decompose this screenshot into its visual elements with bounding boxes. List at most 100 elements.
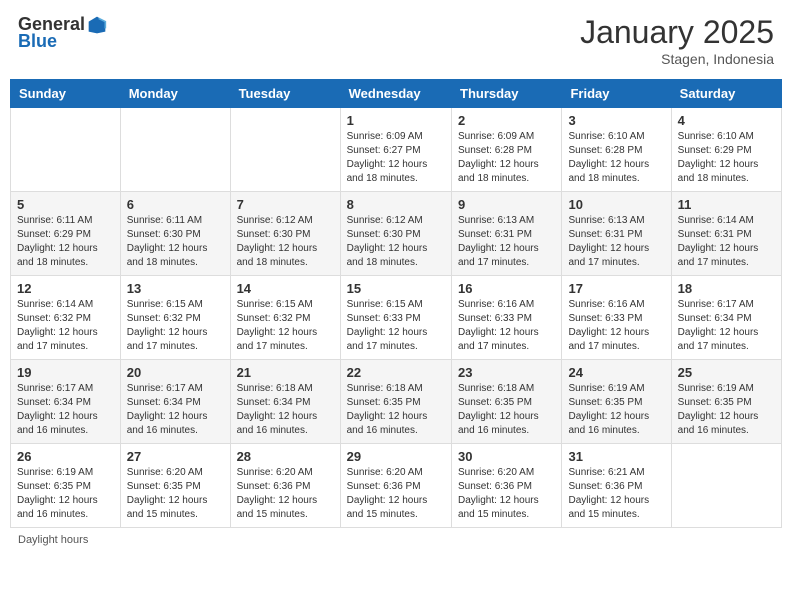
calendar-cell: 29Sunrise: 6:20 AM Sunset: 6:36 PM Dayli…: [340, 444, 451, 528]
day-info: Sunrise: 6:12 AM Sunset: 6:30 PM Dayligh…: [237, 214, 334, 270]
day-info: Sunrise: 6:11 AM Sunset: 6:29 PM Dayligh…: [17, 214, 114, 270]
calendar-cell: 30 Sunrise: 6:20 AM Sunset: 6:36 PM Dayli…: [452, 444, 562, 528]
day-info: Sunrise: 6:20 AM Sunset: 6:35 PM Dayligh…: [127, 466, 224, 522]
day-number: 18: [678, 281, 775, 296]
calendar-cell: 24 Sunrise: 6:19 AM Sunset: 6:35 PM Dayli…: [562, 360, 671, 444]
calendar-cell: 28 Sunrise: 6:20 AM Sunset: 6:36 PM Dayli…: [230, 444, 340, 528]
calendar-cell: 18 Sunrise: 6:17 AM Sunset: 6:34 PM Dayli…: [671, 276, 781, 360]
day-number: 28: [237, 449, 334, 464]
calendar-cell: 31 Sunrise: 6:21 AM Sunset: 6:36 PM Dayli…: [562, 444, 671, 528]
calendar-cell: 11Sunrise: 6:14 AM Sunset: 6:31 PM Dayli…: [671, 192, 781, 276]
day-number: 5: [17, 197, 114, 212]
calendar-cell: 4 Sunrise: 6:10 AM Sunset: 6:29 PM Daylig…: [671, 108, 781, 192]
day-number: 1: [347, 113, 445, 128]
day-info: Sunrise: 6:14 AM Sunset: 6:31 PM Dayligh…: [678, 214, 775, 270]
calendar-cell: [11, 108, 121, 192]
calendar-cell: 12 Sunrise: 6:14 AM Sunset: 6:32 PM Dayli…: [11, 276, 121, 360]
day-info: Sunrise: 6:20 AM Sunset: 6:36 PM Dayligh…: [458, 466, 555, 522]
day-info: Sunrise: 6:09 AM Sunset: 6:27 PM Dayligh…: [347, 130, 445, 186]
calendar-cell: 17 Sunrise: 6:16 AM Sunset: 6:33 PM Dayli…: [562, 276, 671, 360]
daylight-label: Daylight hours: [18, 534, 88, 546]
day-info: Sunrise: 6:16 AM Sunset: 6:33 PM Dayligh…: [458, 298, 555, 354]
calendar-header-wednesday: Wednesday: [340, 80, 451, 108]
calendar-header-thursday: Thursday: [452, 80, 562, 108]
page-header: General Blue January 2025 Stagen, Indone…: [10, 10, 782, 71]
day-number: 31: [568, 449, 664, 464]
calendar-header-monday: Monday: [120, 80, 230, 108]
day-info: Sunrise: 6:21 AM Sunset: 6:36 PM Dayligh…: [568, 466, 664, 522]
day-number: 23: [458, 365, 555, 380]
calendar-week-row: 26Sunrise: 6:19 AM Sunset: 6:35 PM Dayli…: [11, 444, 782, 528]
day-info: Sunrise: 6:18 AM Sunset: 6:35 PM Dayligh…: [458, 382, 555, 438]
day-number: 25: [678, 365, 775, 380]
day-number: 21: [237, 365, 334, 380]
day-info: Sunrise: 6:11 AM Sunset: 6:30 PM Dayligh…: [127, 214, 224, 270]
calendar-week-row: 19 Sunrise: 6:17 AM Sunset: 6:34 PM Dayli…: [11, 360, 782, 444]
calendar-cell: 22 Sunrise: 6:18 AM Sunset: 6:35 PM Dayli…: [340, 360, 451, 444]
day-info: Sunrise: 6:15 AM Sunset: 6:32 PM Dayligh…: [237, 298, 334, 354]
day-number: 6: [127, 197, 224, 212]
calendar-cell: 3 Sunrise: 6:10 AM Sunset: 6:28 PM Daylig…: [562, 108, 671, 192]
calendar-week-row: 1 Sunrise: 6:09 AM Sunset: 6:27 PM Daylig…: [11, 108, 782, 192]
calendar-cell: 23 Sunrise: 6:18 AM Sunset: 6:35 PM Dayli…: [452, 360, 562, 444]
day-number: 14: [237, 281, 334, 296]
calendar-header-friday: Friday: [562, 80, 671, 108]
calendar-cell: 1 Sunrise: 6:09 AM Sunset: 6:27 PM Daylig…: [340, 108, 451, 192]
day-number: 17: [568, 281, 664, 296]
calendar-cell: 6 Sunrise: 6:11 AM Sunset: 6:30 PM Daylig…: [120, 192, 230, 276]
calendar-cell: 8 Sunrise: 6:12 AM Sunset: 6:30 PM Daylig…: [340, 192, 451, 276]
calendar-cell: [120, 108, 230, 192]
day-number: 16: [458, 281, 555, 296]
day-number: 12: [17, 281, 114, 296]
day-info: Sunrise: 6:15 AM Sunset: 6:32 PM Dayligh…: [127, 298, 224, 354]
day-info: Sunrise: 6:14 AM Sunset: 6:32 PM Dayligh…: [17, 298, 114, 354]
day-number: 15: [347, 281, 445, 296]
day-number: 9: [458, 197, 555, 212]
day-info: Sunrise: 6:12 AM Sunset: 6:30 PM Dayligh…: [347, 214, 445, 270]
calendar-table: SundayMondayTuesdayWednesdayThursdayFrid…: [10, 79, 782, 528]
calendar-week-row: 5 Sunrise: 6:11 AM Sunset: 6:29 PM Daylig…: [11, 192, 782, 276]
calendar-header-saturday: Saturday: [671, 80, 781, 108]
day-info: Sunrise: 6:10 AM Sunset: 6:28 PM Dayligh…: [568, 130, 664, 186]
calendar-cell: 27 Sunrise: 6:20 AM Sunset: 6:35 PM Dayli…: [120, 444, 230, 528]
calendar-cell: 20Sunrise: 6:17 AM Sunset: 6:34 PM Dayli…: [120, 360, 230, 444]
day-info: Sunrise: 6:17 AM Sunset: 6:34 PM Dayligh…: [127, 382, 224, 438]
location: Stagen, Indonesia: [580, 51, 774, 67]
day-info: Sunrise: 6:18 AM Sunset: 6:35 PM Dayligh…: [347, 382, 445, 438]
day-number: 19: [17, 365, 114, 380]
day-info: Sunrise: 6:20 AM Sunset: 6:36 PM Dayligh…: [237, 466, 334, 522]
calendar-cell: [671, 444, 781, 528]
calendar-cell: 19 Sunrise: 6:17 AM Sunset: 6:34 PM Dayli…: [11, 360, 121, 444]
day-number: 4: [678, 113, 775, 128]
day-info: Sunrise: 6:09 AM Sunset: 6:28 PM Dayligh…: [458, 130, 555, 186]
day-info: Sunrise: 6:17 AM Sunset: 6:34 PM Dayligh…: [17, 382, 114, 438]
day-info: Sunrise: 6:20 AM Sunset: 6:36 PM Dayligh…: [347, 466, 445, 522]
calendar-cell: 25Sunrise: 6:19 AM Sunset: 6:35 PM Dayli…: [671, 360, 781, 444]
day-info: Sunrise: 6:16 AM Sunset: 6:33 PM Dayligh…: [568, 298, 664, 354]
calendar-cell: [230, 108, 340, 192]
calendar-header-row: SundayMondayTuesdayWednesdayThursdayFrid…: [11, 80, 782, 108]
day-number: 22: [347, 365, 445, 380]
calendar-cell: 21 Sunrise: 6:18 AM Sunset: 6:34 PM Dayli…: [230, 360, 340, 444]
footer: Daylight hours: [10, 534, 782, 546]
day-info: Sunrise: 6:19 AM Sunset: 6:35 PM Dayligh…: [568, 382, 664, 438]
calendar-week-row: 12 Sunrise: 6:14 AM Sunset: 6:32 PM Dayli…: [11, 276, 782, 360]
day-number: 24: [568, 365, 664, 380]
logo-icon: [87, 15, 107, 35]
day-number: 8: [347, 197, 445, 212]
day-number: 3: [568, 113, 664, 128]
day-number: 30: [458, 449, 555, 464]
calendar-header-tuesday: Tuesday: [230, 80, 340, 108]
calendar-cell: 10Sunrise: 6:13 AM Sunset: 6:31 PM Dayli…: [562, 192, 671, 276]
day-number: 27: [127, 449, 224, 464]
month-title: January 2025: [580, 14, 774, 51]
day-number: 13: [127, 281, 224, 296]
day-info: Sunrise: 6:18 AM Sunset: 6:34 PM Dayligh…: [237, 382, 334, 438]
day-info: Sunrise: 6:10 AM Sunset: 6:29 PM Dayligh…: [678, 130, 775, 186]
calendar-cell: 14 Sunrise: 6:15 AM Sunset: 6:32 PM Dayli…: [230, 276, 340, 360]
calendar-cell: 7Sunrise: 6:12 AM Sunset: 6:30 PM Daylig…: [230, 192, 340, 276]
calendar-cell: 26Sunrise: 6:19 AM Sunset: 6:35 PM Dayli…: [11, 444, 121, 528]
logo-blue: Blue: [18, 31, 57, 52]
day-number: 10: [568, 197, 664, 212]
day-info: Sunrise: 6:17 AM Sunset: 6:34 PM Dayligh…: [678, 298, 775, 354]
